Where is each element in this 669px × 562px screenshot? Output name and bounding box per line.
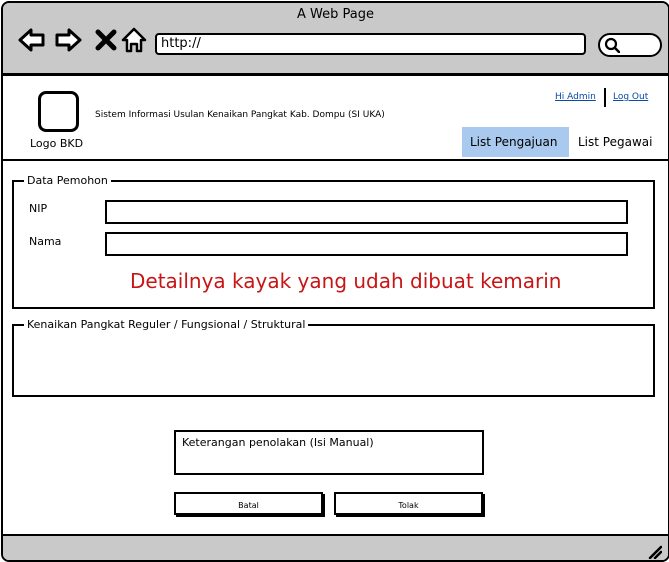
promotion-group: Kenaikan Pangkat Reguler / Fungsional / … bbox=[12, 318, 655, 397]
home-icon[interactable] bbox=[119, 25, 149, 55]
nama-label: Nama bbox=[29, 235, 62, 248]
nip-label: NIP bbox=[29, 202, 48, 215]
page-content: Logo BKD Sistem Informasi Usulan Kenaika… bbox=[3, 76, 668, 534]
browser-window: A Web Page http:// Logo BKD Sistem Infor… bbox=[1, 1, 669, 562]
forward-arrow-icon[interactable] bbox=[53, 25, 83, 55]
header-divider bbox=[604, 88, 606, 107]
promotion-legend: Kenaikan Pangkat Reguler / Fungsional / … bbox=[24, 318, 309, 331]
applicant-data-legend: Data Pemohon bbox=[24, 174, 111, 187]
back-arrow-icon[interactable] bbox=[17, 25, 47, 55]
browser-toolbar: A Web Page http:// bbox=[3, 3, 668, 76]
rejection-reason-textarea[interactable]: Keterangan penolakan (Isi Manual) bbox=[174, 430, 484, 475]
search-box[interactable] bbox=[598, 33, 662, 57]
status-bar bbox=[3, 534, 668, 560]
url-input[interactable]: http:// bbox=[155, 33, 586, 55]
greeting-link[interactable]: Hi Admin bbox=[555, 92, 596, 102]
close-x-icon[interactable] bbox=[91, 25, 121, 55]
app-title: Sistem Informasi Usulan Kenaikan Pangkat… bbox=[95, 110, 385, 120]
tab-list-pengajuan[interactable]: List Pengajuan bbox=[462, 127, 569, 157]
header-divider-line bbox=[3, 159, 668, 161]
logo-placeholder bbox=[38, 91, 79, 132]
red-annotation-note: Detailnya kayak yang udah dibuat kemarin bbox=[130, 269, 562, 293]
resize-grip-icon[interactable] bbox=[646, 543, 662, 559]
cancel-button[interactable]: Batal bbox=[174, 492, 323, 515]
nama-input[interactable] bbox=[105, 232, 628, 256]
reject-button[interactable]: Tolak bbox=[334, 492, 483, 515]
logout-link[interactable]: Log Out bbox=[613, 92, 648, 102]
nip-input[interactable] bbox=[105, 200, 628, 224]
applicant-data-group: Data Pemohon NIP Nama Detailnya kayak ya… bbox=[12, 174, 655, 309]
logo-label: Logo BKD bbox=[30, 137, 84, 150]
tab-list-pegawai[interactable]: List Pegawai bbox=[570, 127, 660, 157]
window-title: A Web Page bbox=[297, 7, 374, 22]
search-icon bbox=[604, 37, 620, 53]
